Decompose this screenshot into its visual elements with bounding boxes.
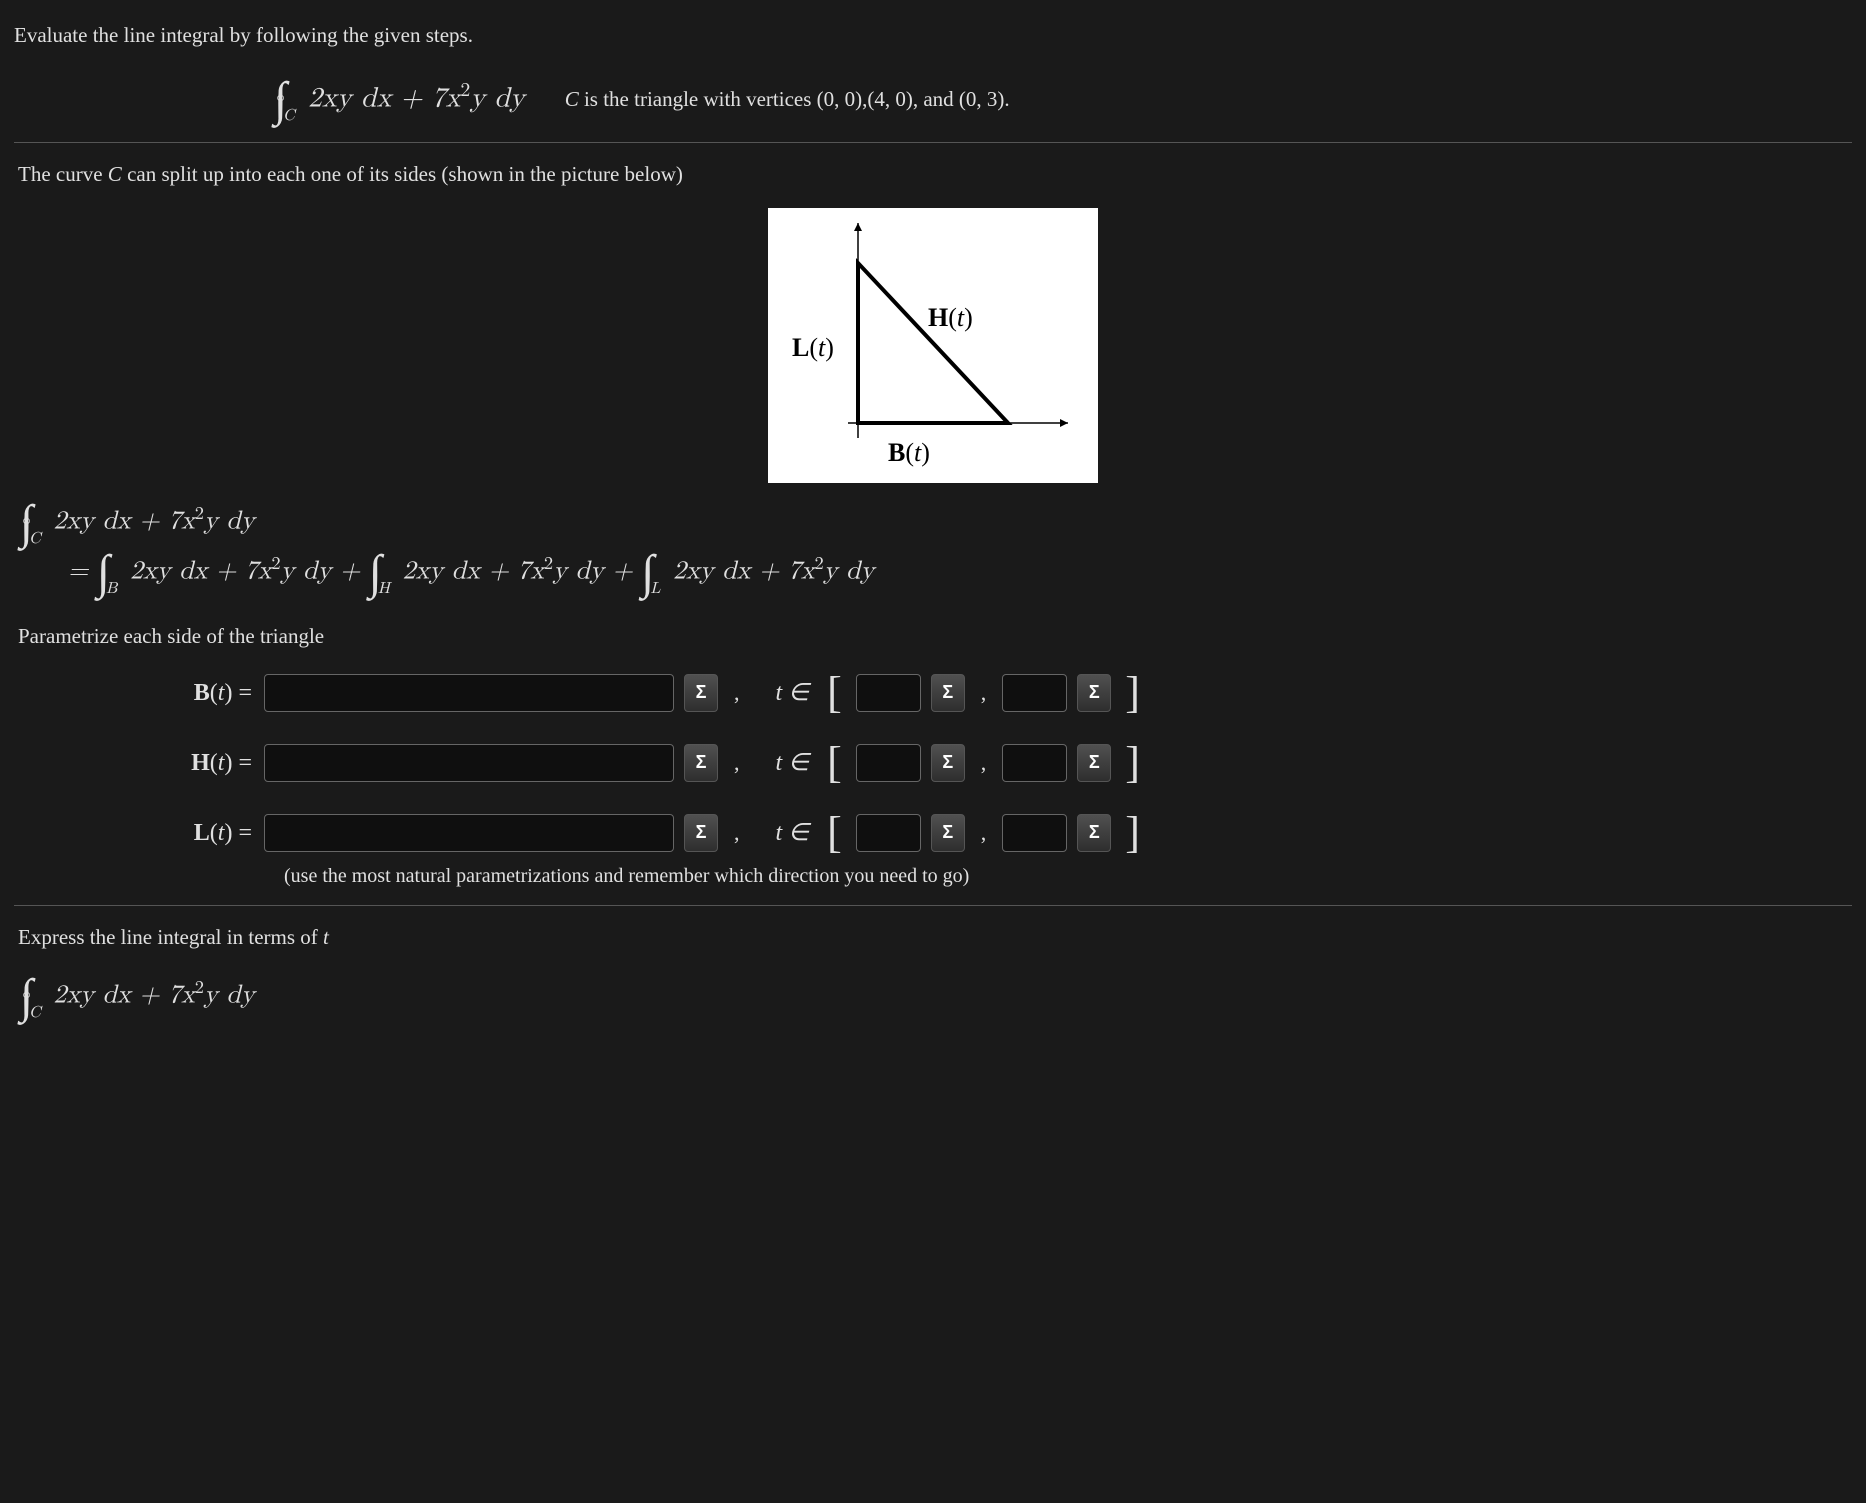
sigma-button[interactable]: Σ <box>931 674 965 712</box>
problem-page: Evaluate the line integral by following … <box>0 0 1866 1041</box>
sigma-button[interactable]: Σ <box>1077 744 1111 782</box>
t-in-label: t ∈ <box>756 815 814 851</box>
comma: , <box>728 816 746 849</box>
right-bracket: ] <box>1121 811 1144 855</box>
parametrization-hint: (use the most natural parametrizations a… <box>14 861 1852 891</box>
left-bracket: [ <box>823 671 846 715</box>
integral-expansion: ∫C 2xy dx + 7x2y dy = ∫B 2xy dx + 7x2y d… <box>20 497 1852 597</box>
sigma-button[interactable]: Σ <box>684 814 718 852</box>
curve-description: C is the triangle with vertices (0, 0),(… <box>565 84 1010 116</box>
parametrize-heading: Parametrize each side of the triangle <box>18 621 1852 653</box>
row-B-label: B(t) = <box>14 675 264 711</box>
sigma-button[interactable]: Σ <box>684 744 718 782</box>
parametrization-grid: B(t) = Σ , t ∈ [ Σ , Σ ] H(t) = Σ , t ∈ … <box>14 671 1852 855</box>
problem-statement-row: ∫C 2xy dx + 7x2y dy C is the triangle wi… <box>14 76 1852 124</box>
diagram-container: H(t) L(t) B(t) <box>14 208 1852 483</box>
row-H-label: H(t) = <box>14 745 264 781</box>
sigma-button[interactable]: Σ <box>931 814 965 852</box>
right-bracket: ] <box>1121 741 1144 785</box>
diagram-label-H: H(t) <box>928 298 973 337</box>
input-B-t1[interactable] <box>1002 674 1067 712</box>
input-H-t0[interactable] <box>856 744 921 782</box>
split-description: The curve C can split up into each one o… <box>18 159 1852 191</box>
input-B-expr[interactable] <box>264 674 674 712</box>
input-L-t1[interactable] <box>1002 814 1067 852</box>
input-L-t0[interactable] <box>856 814 921 852</box>
comma: , <box>975 676 993 709</box>
right-bracket: ] <box>1121 671 1144 715</box>
row-L-label: L(t) = <box>14 815 264 851</box>
sigma-button[interactable]: Σ <box>931 744 965 782</box>
main-integral-expression: ∫C 2xy dx + 7x2y dy <box>274 76 525 124</box>
divider <box>14 905 1852 906</box>
diagram-label-L: L(t) <box>792 328 834 367</box>
left-bracket: [ <box>823 811 846 855</box>
input-H-t1[interactable] <box>1002 744 1067 782</box>
problem-prompt: Evaluate the line integral by following … <box>14 20 1852 52</box>
diagram-label-B: B(t) <box>888 433 930 472</box>
input-H-expr[interactable] <box>264 744 674 782</box>
comma: , <box>728 746 746 779</box>
comma: , <box>975 746 993 779</box>
row-H: Σ , t ∈ [ Σ , Σ ] <box>264 741 1852 785</box>
express-heading: Express the line integral in terms of t <box>18 922 1852 954</box>
comma: , <box>975 816 993 849</box>
sigma-button[interactable]: Σ <box>1077 674 1111 712</box>
input-B-t0[interactable] <box>856 674 921 712</box>
divider <box>14 142 1852 143</box>
sigma-button[interactable]: Σ <box>684 674 718 712</box>
sigma-button[interactable]: Σ <box>1077 814 1111 852</box>
row-B: Σ , t ∈ [ Σ , Σ ] <box>264 671 1852 715</box>
comma: , <box>728 676 746 709</box>
row-L: Σ , t ∈ [ Σ , Σ ] <box>264 811 1852 855</box>
t-in-label: t ∈ <box>756 745 814 781</box>
triangle-diagram: H(t) L(t) B(t) <box>768 208 1098 483</box>
final-integral-expression: ∫C 2xy dx + 7x2y dy <box>20 971 1852 1021</box>
input-L-expr[interactable] <box>264 814 674 852</box>
t-in-label: t ∈ <box>756 675 814 711</box>
left-bracket: [ <box>823 741 846 785</box>
